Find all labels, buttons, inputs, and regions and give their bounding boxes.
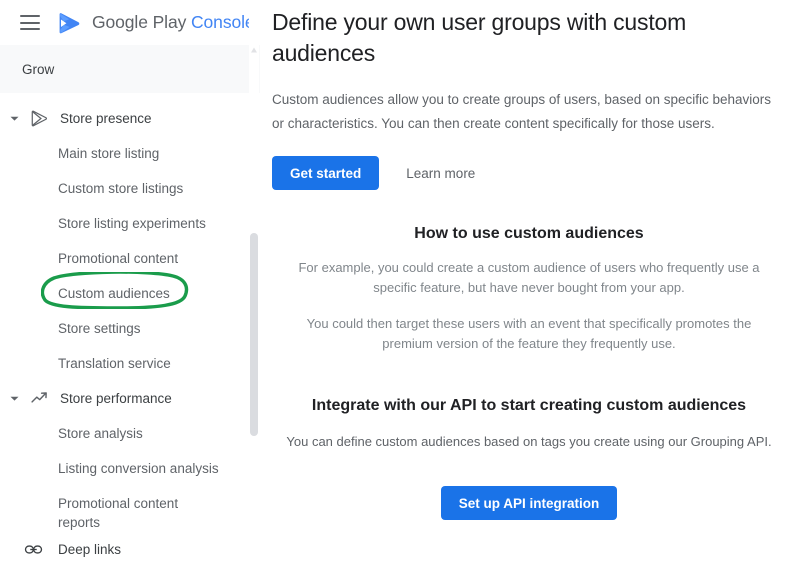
sidebar-group-store-performance[interactable]: Store performance bbox=[0, 381, 260, 416]
sidebar-scrollbar-thumb[interactable] bbox=[250, 233, 258, 436]
api-button-row: Set up API integration bbox=[272, 486, 786, 520]
sidebar-group-label: Store presence bbox=[60, 111, 152, 126]
get-started-button[interactable]: Get started bbox=[272, 156, 380, 190]
page-title: Define your own user groups with custom … bbox=[272, 9, 687, 66]
google-play-logo-icon[interactable] bbox=[57, 10, 83, 36]
hamburger-menu-icon[interactable] bbox=[20, 15, 40, 30]
brand-title-console: Console bbox=[191, 12, 255, 32]
cta-row: Get started Learn more bbox=[272, 156, 786, 190]
sidebar: Google Play Console Grow Store presence bbox=[0, 0, 260, 576]
sidebar-item-store-listing-experiments[interactable]: Store listing experiments bbox=[0, 206, 260, 241]
sidebar-item-promotional-content[interactable]: Promotional content bbox=[0, 241, 260, 276]
how-to-section-title: How to use custom audiences bbox=[414, 225, 644, 242]
chevron-down-icon[interactable] bbox=[4, 393, 24, 404]
sidebar-item-custom-store-listings[interactable]: Custom store listings bbox=[0, 171, 260, 206]
trending-up-icon bbox=[24, 389, 54, 408]
sidebar-item-store-analysis[interactable]: Store analysis bbox=[0, 416, 260, 451]
how-to-paragraph-2: You could then target these users with a… bbox=[306, 316, 752, 351]
google-play-outline-icon bbox=[24, 109, 54, 128]
sidebar-section-header: Grow bbox=[0, 45, 260, 93]
brand-row: Google Play Console bbox=[0, 0, 260, 45]
sidebar-item-listing-conversion-analysis[interactable]: Listing conversion analysis bbox=[0, 451, 260, 486]
api-section-title: Integrate with our API to start creating… bbox=[311, 397, 747, 414]
sidebar-group-label: Store performance bbox=[60, 391, 172, 406]
how-to-paragraph-1: For example, you could create a custom a… bbox=[298, 260, 760, 295]
link-chain-icon bbox=[24, 540, 50, 559]
sidebar-section-header-label: Grow bbox=[22, 61, 55, 77]
sidebar-item-label: Deep links bbox=[58, 542, 122, 557]
api-paragraph: You can define custom audiences based on… bbox=[286, 434, 772, 449]
sidebar-item-custom-audiences[interactable]: Custom audiences bbox=[0, 276, 260, 311]
sidebar-item-main-store-listing[interactable]: Main store listing bbox=[0, 136, 260, 171]
chevron-down-icon[interactable] bbox=[4, 113, 24, 124]
main-content: Define your own user groups with custom … bbox=[260, 0, 800, 576]
sidebar-nav-list: Store presence Main store listing Custom… bbox=[0, 93, 260, 567]
sidebar-item-store-settings[interactable]: Store settings bbox=[0, 311, 260, 346]
page-description: Custom audiences allow you to create gro… bbox=[272, 92, 772, 131]
learn-more-link[interactable]: Learn more bbox=[406, 166, 475, 181]
google-play-console-page: Google Play Console Grow Store presence bbox=[0, 0, 800, 576]
scroll-up-arrow-icon[interactable] bbox=[250, 46, 258, 54]
brand-title-google-play: Google Play bbox=[92, 12, 187, 32]
sidebar-item-promotional-content-reports[interactable]: Promotional content reports bbox=[0, 486, 200, 532]
sidebar-item-translation-service[interactable]: Translation service bbox=[0, 346, 260, 381]
sidebar-item-deep-links[interactable]: Deep links bbox=[0, 532, 260, 567]
sidebar-group-store-presence[interactable]: Store presence bbox=[0, 101, 260, 136]
set-up-api-integration-button[interactable]: Set up API integration bbox=[440, 486, 618, 520]
brand-title: Google Play Console bbox=[92, 12, 255, 33]
